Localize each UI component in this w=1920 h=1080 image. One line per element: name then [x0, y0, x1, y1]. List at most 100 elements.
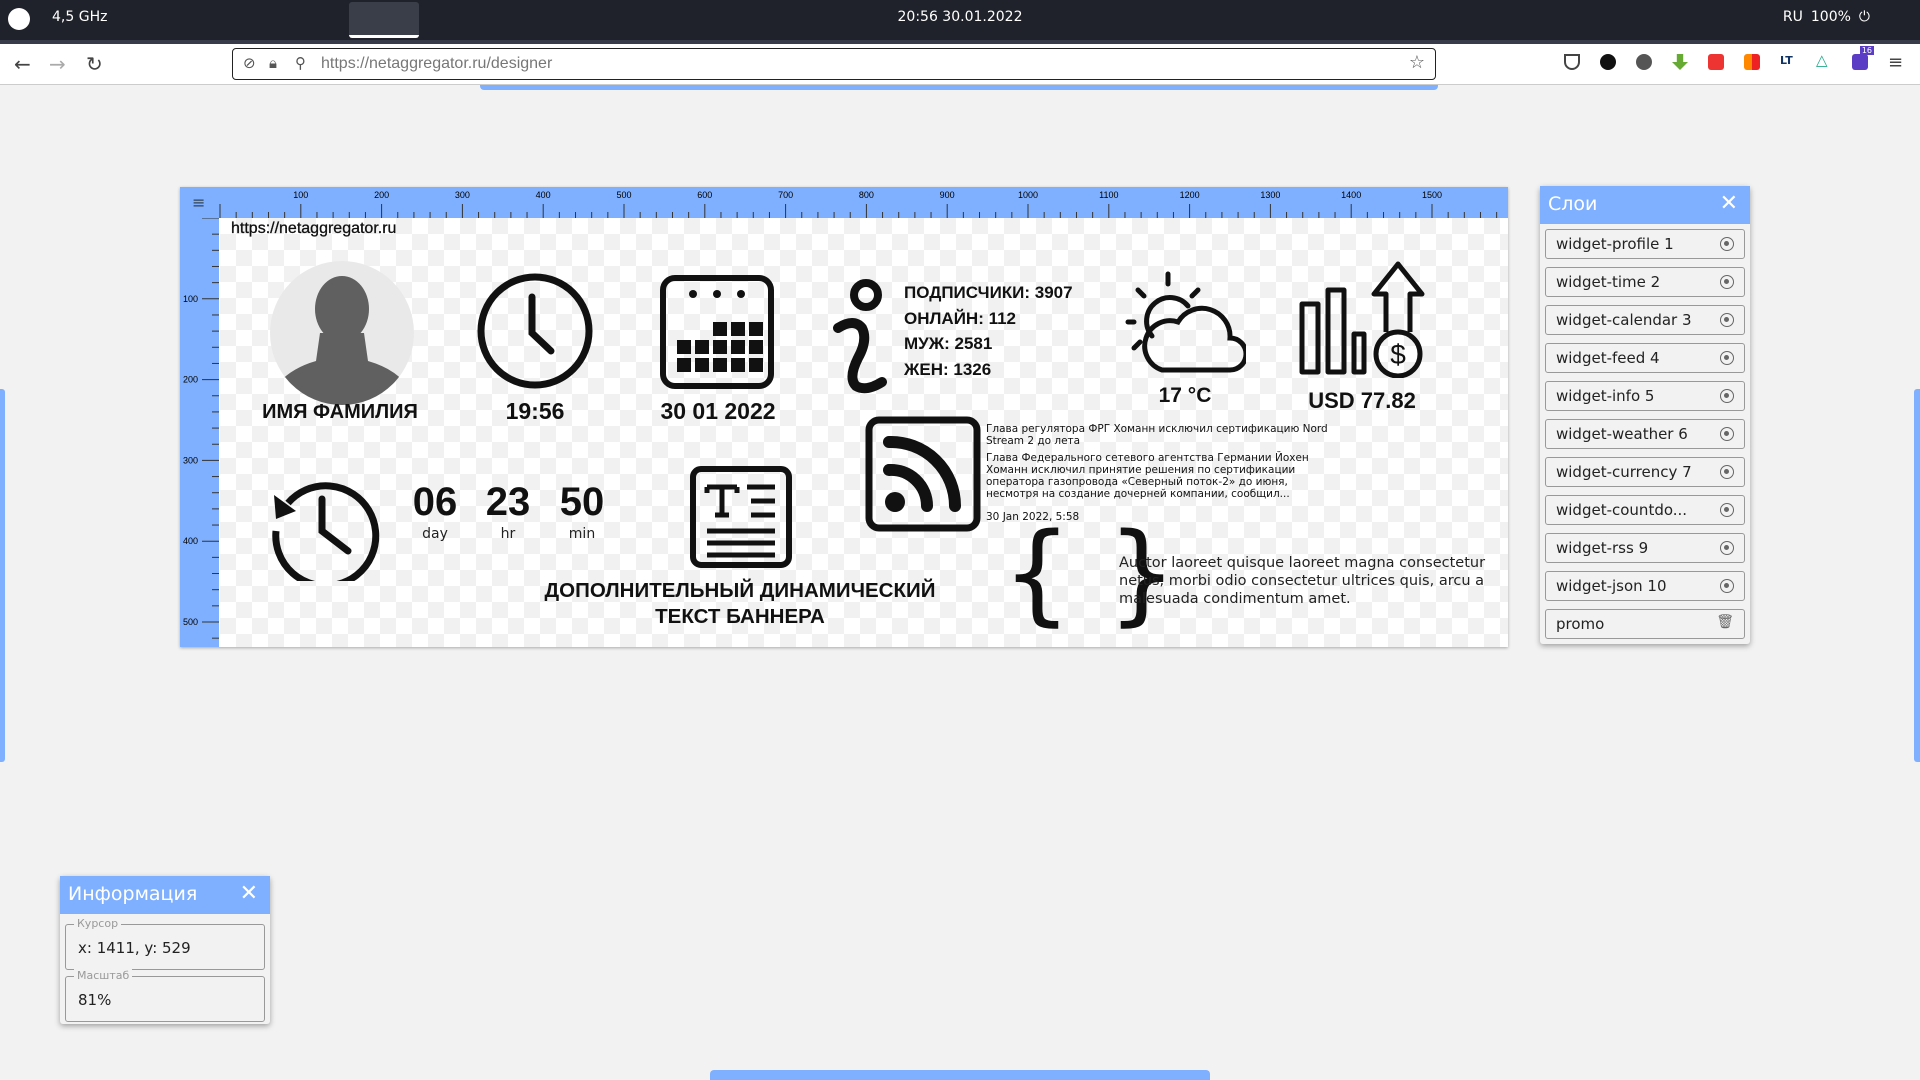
left-drawer-handle[interactable]	[0, 389, 5, 762]
banner-area[interactable]: https://netaggregator.ru ИМЯ ФАМИЛИЯ 19:…	[220, 218, 1508, 647]
layer-item[interactable]: widget-calendar 3	[1545, 305, 1745, 335]
trash-icon[interactable]: 🗑︎	[1716, 614, 1734, 630]
menu-icon[interactable]: ≡	[1888, 52, 1903, 73]
rss-icon	[865, 416, 981, 532]
forward-icon[interactable]: →	[49, 52, 66, 76]
dynamic-text-line: ДОПОЛНИТЕЛЬНЫЙ ДИНАМИЧЕСКИЙ	[544, 579, 936, 602]
translate-extension-icon[interactable]: LT	[1780, 54, 1796, 70]
extension-icon[interactable]	[1600, 54, 1616, 70]
cursor-field: Курсор x: 1411, y: 529	[65, 917, 265, 970]
eye-icon[interactable]	[1720, 313, 1734, 327]
eye-icon[interactable]	[1720, 237, 1734, 251]
extension-badge-icon[interactable]: 16	[1852, 46, 1874, 70]
layer-item[interactable]: widget-weather 6	[1545, 419, 1745, 449]
pocket-icon[interactable]	[1564, 54, 1580, 70]
system-top-bar: 4,5 GHz 20:56 30.01.2022 RU 100% ⏻	[0, 0, 1920, 40]
extension-icon[interactable]	[1636, 54, 1652, 70]
rss-feed-item[interactable]: Глава регулятора ФРГ Хоманн исключил сер…	[986, 423, 1341, 523]
eye-icon[interactable]	[1720, 465, 1734, 479]
layer-item[interactable]: widget-info 5	[1545, 381, 1745, 411]
bookmark-extension-icon[interactable]	[1744, 54, 1760, 70]
profile-name[interactable]: ИМЯ ФАМИЛИЯ	[240, 401, 440, 424]
ruler-label: 600	[697, 190, 712, 200]
close-icon[interactable]: ✕	[240, 881, 258, 906]
horizontal-ruler: 100 200 300 400 500 600 700 800 900 1000 1100 1200 1…	[180, 187, 1508, 218]
layer-name: widget-countdo...	[1556, 501, 1688, 519]
eye-icon[interactable]	[1720, 275, 1734, 289]
site-url-text[interactable]: https://netaggregator.ru	[231, 220, 397, 238]
date-value[interactable]: 30 01 2022	[638, 398, 798, 425]
layer-name: widget-time 2	[1556, 273, 1661, 291]
calendar-icon	[660, 275, 774, 389]
countdown-hours[interactable]: 23	[478, 480, 538, 525]
feed-body: Глава Федерального сетевого агентства Ге…	[986, 452, 1309, 500]
ruler-label: 400	[183, 536, 198, 546]
layer-item[interactable]: widget-time 2	[1545, 267, 1745, 297]
layers-panel-header[interactable]: Слои ✕	[1540, 186, 1750, 224]
lock-icon[interactable]: 🔒︎	[269, 54, 277, 72]
layer-item[interactable]: widget-countdo...	[1545, 495, 1745, 525]
info-stats[interactable]: ПОДПИСЧИКИ: 3907 ОНЛАЙН: 112 МУЖ: 2581 Ж…	[904, 280, 1073, 382]
layer-name: widget-profile 1	[1556, 235, 1674, 253]
battery-level[interactable]: 100%	[1811, 9, 1851, 25]
weather-temperature[interactable]: 17 °C	[1125, 384, 1245, 408]
ruler-label: 900	[940, 190, 955, 200]
currency-rate[interactable]: USD 77.82	[1282, 388, 1442, 414]
ruler-label: 700	[778, 190, 793, 200]
countdown-days[interactable]: 06	[405, 480, 465, 525]
dynamic-banner-text[interactable]: ДОПОЛНИТЕЛЬНЫЙ ДИНАМИЧЕСКИЙ ТЕКСТ БАННЕР…	[470, 578, 1010, 630]
ruler-label: 800	[859, 190, 874, 200]
layer-item[interactable]: widget-json 10	[1545, 571, 1745, 601]
right-drawer-handle[interactable]	[1914, 389, 1920, 762]
bookmark-star-icon[interactable]: ☆	[1409, 52, 1425, 73]
ruler-label: 400	[536, 190, 551, 200]
eye-icon[interactable]	[1720, 427, 1734, 441]
canvas-menu-icon[interactable]: ≡	[192, 193, 205, 212]
back-icon[interactable]: ←	[14, 52, 31, 76]
tracking-shield-icon[interactable]: ⊘	[243, 54, 256, 72]
layer-item[interactable]: widget-currency 7	[1545, 457, 1745, 487]
eye-icon[interactable]	[1720, 389, 1734, 403]
scale-label: Масштаб	[74, 969, 133, 982]
designer-canvas: 100 200 300 400 500 600 700 800 900 1000 1100 1200 1…	[180, 187, 1508, 647]
keyboard-layout[interactable]: RU	[1783, 9, 1803, 25]
countdown-history-icon	[272, 482, 380, 581]
power-icon[interactable]: ⏻	[1859, 9, 1870, 25]
countdown-minutes[interactable]: 50	[552, 480, 612, 525]
weather-cloud-sun-icon	[1125, 271, 1246, 373]
eye-icon[interactable]	[1720, 351, 1734, 365]
json-text[interactable]: Auctor laoreet quisque laoreet magna con…	[1119, 554, 1489, 608]
online-count: ОНЛАЙН: 112	[904, 308, 1017, 328]
url-text[interactable]: https://netaggregator.ru/designer	[321, 55, 552, 73]
ruler-label: 500	[616, 190, 631, 200]
close-icon[interactable]: ✕	[1720, 191, 1738, 216]
layer-item[interactable]: widget-feed 4	[1545, 343, 1745, 373]
layer-name: widget-info 5	[1556, 387, 1655, 405]
system-clock[interactable]: 20:56 30.01.2022	[0, 9, 1920, 25]
screenshot-extension-icon[interactable]	[1708, 54, 1724, 70]
profile-avatar[interactable]	[270, 261, 414, 405]
drive-extension-icon[interactable]: △	[1816, 51, 1832, 69]
text-document-icon	[690, 466, 792, 568]
layer-item[interactable]: widget-profile 1	[1545, 229, 1745, 259]
layer-item[interactable]: widget-rss 9	[1545, 533, 1745, 563]
svg-text:$: $	[1390, 339, 1406, 370]
eye-icon[interactable]	[1720, 503, 1734, 517]
ruler-label: 200	[183, 375, 198, 385]
ruler-label: 100	[183, 294, 198, 304]
ruler-label: 1000	[1018, 190, 1038, 200]
url-bar[interactable]: ⊘ 🔒︎ ⚲ https://netaggregator.ru/designer…	[232, 48, 1436, 80]
download-extension-icon[interactable]	[1672, 54, 1688, 70]
countdown-day-label: day	[422, 526, 448, 542]
layer-item[interactable]: promo 🗑︎	[1545, 609, 1745, 639]
system-tray: RU 100% ⏻	[1783, 9, 1870, 25]
reload-icon[interactable]: ↻	[86, 52, 103, 76]
permissions-icon[interactable]: ⚲	[295, 54, 306, 72]
feed-title[interactable]: Глава регулятора ФРГ Хоманн исключил сер…	[986, 423, 1341, 447]
eye-icon[interactable]	[1720, 541, 1734, 555]
bottom-toolbar[interactable]	[710, 1070, 1210, 1080]
eye-icon[interactable]	[1720, 579, 1734, 593]
time-value[interactable]: 19:56	[475, 398, 595, 425]
info-panel-header[interactable]: Информация ✕	[60, 876, 270, 914]
ruler-label: 300	[455, 190, 470, 200]
